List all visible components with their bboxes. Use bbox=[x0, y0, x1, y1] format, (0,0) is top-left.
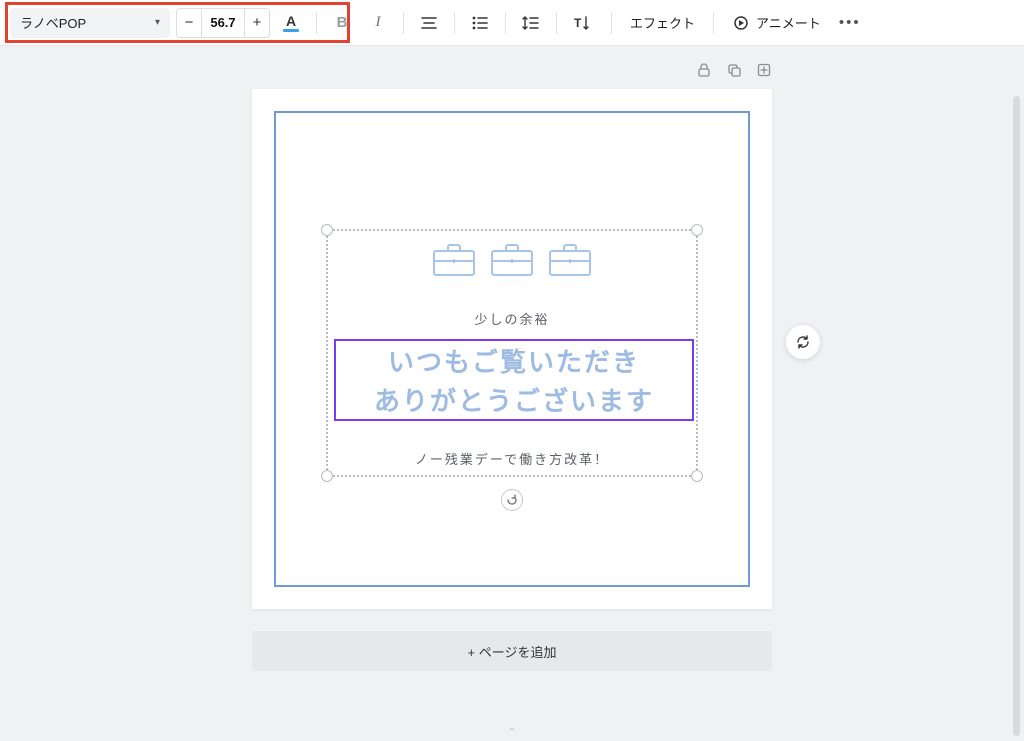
animate-label: アニメート bbox=[756, 13, 821, 32]
bullet-list-icon bbox=[471, 14, 489, 32]
align-button[interactable] bbox=[414, 8, 444, 38]
add-page-label: + ページを追加 bbox=[468, 642, 557, 661]
chevron-down-icon: ▾ bbox=[155, 17, 160, 28]
separator bbox=[713, 12, 714, 34]
text-color-button[interactable]: A bbox=[276, 8, 306, 38]
bold-button[interactable]: B bbox=[327, 8, 357, 38]
lock-page-button[interactable] bbox=[696, 62, 712, 83]
separator bbox=[316, 12, 317, 34]
vertical-scrollbar[interactable] bbox=[1013, 96, 1020, 736]
resize-handle-tl[interactable] bbox=[321, 224, 333, 236]
align-center-icon bbox=[420, 14, 438, 32]
svg-text:T: T bbox=[574, 16, 582, 30]
add-page-icon bbox=[756, 62, 772, 78]
text-toolbar: ラノベPOP ▾ − 56.7 + A B I T エフェクト アニメート ••… bbox=[0, 0, 1024, 46]
separator bbox=[556, 12, 557, 34]
separator bbox=[611, 12, 612, 34]
effects-button[interactable]: エフェクト bbox=[622, 13, 703, 32]
animate-icon bbox=[732, 14, 750, 32]
separator bbox=[505, 12, 506, 34]
font-size-stepper: − 56.7 + bbox=[176, 8, 270, 38]
refresh-icon bbox=[795, 334, 811, 350]
vertical-text-button[interactable]: T bbox=[567, 8, 601, 38]
caption-bottom[interactable]: ノー残業デーで働き方改革！ bbox=[328, 449, 696, 468]
briefcase-row bbox=[328, 241, 696, 277]
main-text-line-2: ありがとうございます bbox=[374, 381, 654, 418]
animate-button[interactable]: アニメート bbox=[724, 13, 829, 32]
list-button[interactable] bbox=[465, 8, 495, 38]
font-size-increase-button[interactable]: + bbox=[245, 9, 269, 37]
italic-button[interactable]: I bbox=[363, 8, 393, 38]
main-text-line-1: いつもご覧いただき bbox=[388, 342, 640, 379]
rotate-handle[interactable] bbox=[501, 489, 523, 511]
rotate-icon bbox=[506, 494, 518, 506]
briefcase-icon bbox=[432, 241, 476, 277]
briefcase-icon bbox=[490, 241, 534, 277]
text-color-letter: A bbox=[286, 14, 296, 28]
add-page-button[interactable] bbox=[756, 62, 772, 83]
font-family-value: ラノベPOP bbox=[20, 13, 86, 32]
briefcase-icon bbox=[548, 241, 592, 277]
separator bbox=[454, 12, 455, 34]
resize-handle-br[interactable] bbox=[691, 470, 703, 482]
lock-icon bbox=[696, 62, 712, 78]
canvas-workspace: 少しの余裕 いつもご覧いただき ありがとうございます ノー残業デーで働き方改革！… bbox=[0, 46, 1024, 741]
design-page[interactable]: 少しの余裕 いつもご覧いただき ありがとうございます ノー残業デーで働き方改革！ bbox=[252, 89, 772, 609]
resize-handle-bl[interactable] bbox=[321, 470, 333, 482]
more-button[interactable]: ••• bbox=[835, 8, 865, 38]
duplicate-page-button[interactable] bbox=[726, 62, 742, 83]
refresh-button[interactable] bbox=[786, 325, 820, 359]
font-size-decrease-button[interactable]: − bbox=[177, 9, 201, 37]
line-spacing-icon bbox=[522, 14, 540, 32]
font-family-select[interactable]: ラノベPOP ▾ bbox=[10, 8, 170, 38]
resize-handle-tr[interactable] bbox=[691, 224, 703, 236]
selected-text-element[interactable]: いつもご覧いただき ありがとうございます bbox=[334, 339, 694, 421]
selected-group[interactable]: 少しの余裕 いつもご覧いただき ありがとうございます ノー残業デーで働き方改革！ bbox=[326, 229, 698, 477]
caption-top[interactable]: 少しの余裕 bbox=[328, 309, 696, 328]
spacing-button[interactable] bbox=[516, 8, 546, 38]
vertical-text-icon: T bbox=[572, 14, 596, 32]
separator bbox=[403, 12, 404, 34]
add-page-bar[interactable]: + ページを追加 bbox=[252, 631, 772, 671]
copy-icon bbox=[726, 62, 742, 78]
text-color-swatch bbox=[283, 29, 299, 32]
bottom-gripper[interactable]: ⌃ bbox=[494, 727, 530, 737]
font-size-input[interactable]: 56.7 bbox=[201, 9, 245, 37]
page-action-bar bbox=[252, 62, 772, 83]
